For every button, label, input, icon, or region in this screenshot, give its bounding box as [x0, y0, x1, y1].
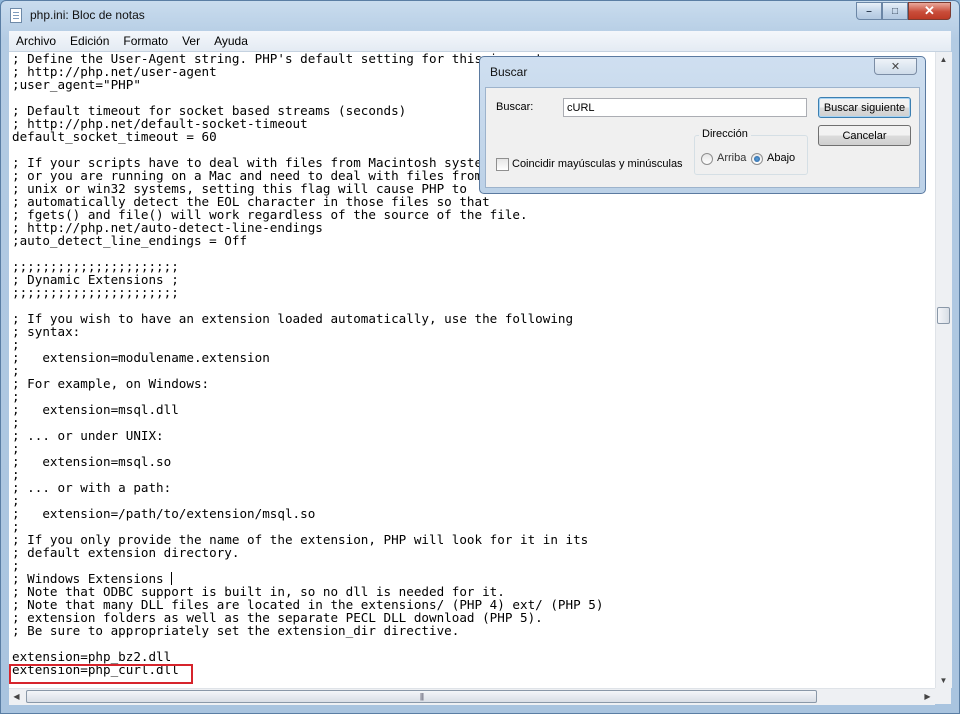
- editor-line: ;auto_detect_line_endings = Off: [12, 233, 248, 248]
- vertical-scroll-thumb[interactable]: [937, 307, 950, 324]
- maximize-icon: □: [891, 5, 899, 17]
- close-button[interactable]: ✕: [908, 2, 951, 20]
- grip-icon: |||: [419, 692, 424, 701]
- find-dialog: Buscar ✕ Buscar: Buscar siguiente Cancel…: [479, 56, 926, 194]
- find-dialog-body: Buscar: Buscar siguiente Cancelar Direcc…: [485, 87, 920, 188]
- editor-line: ; default extension directory.: [12, 545, 240, 560]
- direction-group: Dirección Arriba Abajo: [694, 128, 808, 175]
- editor-line: ; For example, on Windows:: [12, 376, 210, 391]
- editor-line: ; Be sure to appropriately set the exten…: [12, 623, 460, 638]
- minimize-icon: –: [866, 5, 872, 17]
- direction-down-label: Abajo: [767, 152, 796, 164]
- find-dialog-title: Buscar: [490, 65, 528, 79]
- scroll-left-arrow-icon[interactable]: ◀: [9, 689, 24, 704]
- vertical-scrollbar[interactable]: ▲ ▼: [935, 52, 952, 688]
- editor-line: ; extension=modulename.extension: [12, 350, 270, 365]
- direction-up-label: Arriba: [717, 152, 747, 164]
- notepad-icon: [10, 8, 22, 23]
- find-label: Buscar:: [496, 101, 534, 113]
- window-title: php.ini: Bloc de notas: [30, 8, 145, 22]
- scroll-up-arrow-icon[interactable]: ▲: [936, 52, 951, 67]
- text-caret: [171, 572, 172, 585]
- editor-line: ; extension=/path/to/extension/msql.so: [12, 506, 316, 521]
- editor-line: ; extension=msql.so: [12, 454, 172, 469]
- minimize-button[interactable]: –: [856, 2, 882, 20]
- close-icon: ✕: [924, 3, 935, 18]
- editor-line: ;;;;;;;;;;;;;;;;;;;;;;: [12, 285, 179, 300]
- editor-line: ; ... or under UNIX:: [12, 428, 164, 443]
- menu-formato[interactable]: Formato: [116, 31, 175, 51]
- menu-archivo[interactable]: Archivo: [9, 31, 63, 51]
- scroll-down-arrow-icon[interactable]: ▼: [936, 673, 951, 688]
- editor-line: ;user_agent="PHP": [12, 77, 141, 92]
- menu-ver[interactable]: Ver: [175, 31, 207, 51]
- editor-line: default_socket_timeout = 60: [12, 129, 217, 144]
- editor-line: ; syntax:: [12, 324, 81, 339]
- direction-down-radio[interactable]: [751, 153, 763, 165]
- menu-edicion[interactable]: Edición: [63, 31, 116, 51]
- menu-ayuda[interactable]: Ayuda: [207, 31, 255, 51]
- editor-line: ; If you wish to have an extension loade…: [12, 311, 574, 326]
- match-case-label: Coincidir mayúsculas y minúsculas: [512, 158, 683, 170]
- scroll-right-arrow-icon[interactable]: ▶: [920, 689, 935, 704]
- close-icon: ✕: [890, 61, 901, 73]
- match-case-checkbox[interactable]: [496, 158, 509, 171]
- find-dialog-close-button[interactable]: ✕: [874, 58, 917, 75]
- cancel-button[interactable]: Cancelar: [818, 125, 911, 146]
- editor-line: ; extension=msql.dll: [12, 402, 179, 417]
- scrollbar-corner: [935, 688, 951, 704]
- direction-label: Dirección: [699, 128, 751, 140]
- find-input[interactable]: [563, 98, 807, 117]
- title-bar[interactable]: php.ini: Bloc de notas – □ ✕: [1, 1, 959, 31]
- maximize-button[interactable]: □: [882, 2, 908, 20]
- caption-buttons: – □ ✕: [856, 2, 951, 20]
- editor-line: ; ... or with a path:: [12, 480, 172, 495]
- highlight-annotation: [9, 664, 193, 684]
- direction-up-radio[interactable]: [701, 153, 713, 165]
- horizontal-scroll-thumb[interactable]: |||: [26, 690, 817, 703]
- menu-bar: Archivo Edición Formato Ver Ayuda: [9, 31, 951, 52]
- horizontal-scrollbar[interactable]: ◀ ||| ▶: [9, 688, 935, 705]
- find-next-button[interactable]: Buscar siguiente: [818, 97, 911, 118]
